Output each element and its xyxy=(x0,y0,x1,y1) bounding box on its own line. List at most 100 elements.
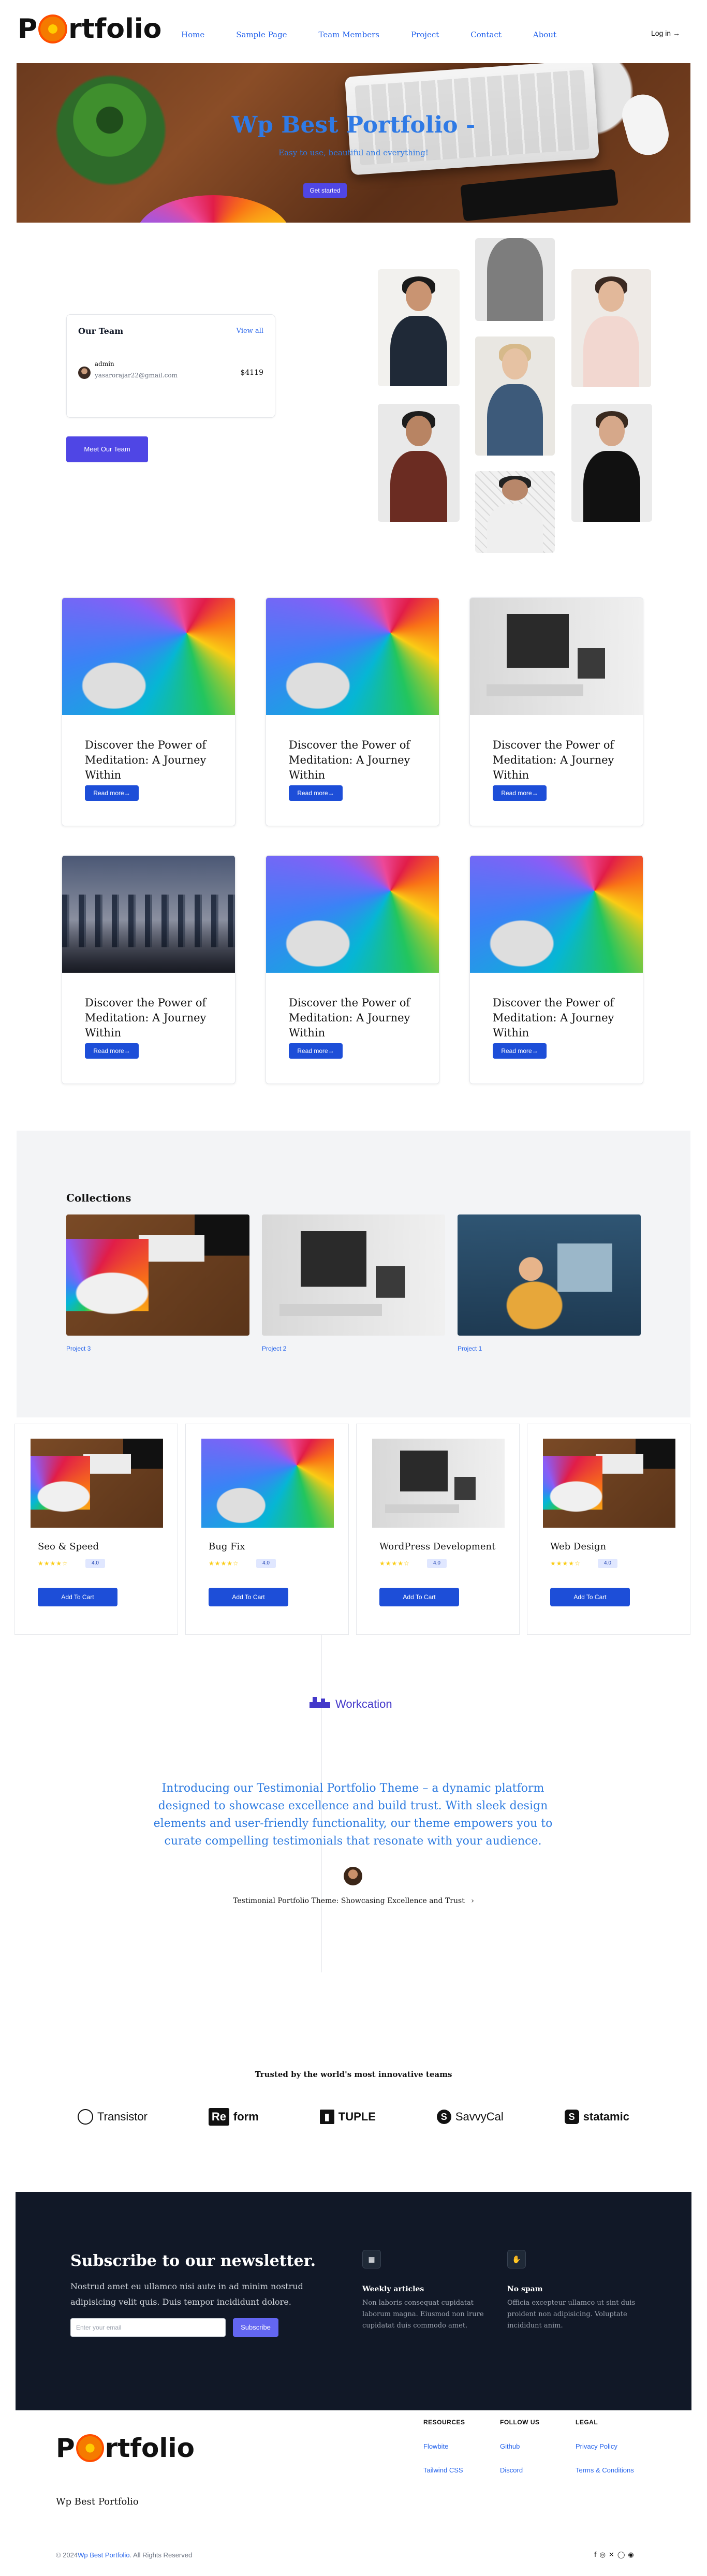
feature-title: Weekly articles xyxy=(362,2285,424,2293)
collection-link-project-1[interactable]: Project 1 xyxy=(458,1345,482,1352)
post-title[interactable]: Discover the Power of Meditation: A Jour… xyxy=(85,738,219,783)
tuple-text: TUPLE xyxy=(338,2110,376,2123)
nav-team-members[interactable]: Team Members xyxy=(319,30,379,39)
post-title[interactable]: Discover the Power of Meditation: A Jour… xyxy=(289,738,423,783)
post-card[interactable]: Discover the Power of Meditation: A Jour… xyxy=(62,855,235,1084)
member-amount: $4119 xyxy=(240,369,263,377)
copyright-link[interactable]: Wp Best Portfolio xyxy=(78,2551,129,2559)
testimonial-quote: Introducing our Testimonial Portfolio Th… xyxy=(153,1782,553,1848)
product-name: Web Design xyxy=(550,1541,607,1552)
collection-image-project-1[interactable] xyxy=(458,1214,641,1336)
login-link[interactable]: Log in → xyxy=(651,29,680,37)
tuple-logo: ▮ TUPLE xyxy=(319,2110,376,2124)
collection-image-project-2[interactable] xyxy=(262,1214,445,1336)
get-started-button[interactable]: Get started xyxy=(303,183,347,198)
dribbble-icon[interactable]: ◉ xyxy=(628,2551,634,2559)
trusted-heading: Trusted by the world's most innovative t… xyxy=(255,2070,452,2079)
footer-link-github[interactable]: Github xyxy=(500,2442,520,2450)
read-more-button[interactable]: Read more→ xyxy=(85,1043,139,1059)
testimonial-author-name: Testimonial Portfolio Theme: Showcasing … xyxy=(233,1897,465,1905)
post-image xyxy=(266,598,439,715)
product-image xyxy=(543,1439,675,1528)
add-to-cart-button[interactable]: Add To Cart xyxy=(38,1588,117,1606)
social-links: f ◎ ✕ ◯ ◉ xyxy=(594,2551,634,2559)
post-card[interactable]: Discover the Power of Meditation: A Jour… xyxy=(469,597,643,826)
member-name: admin xyxy=(95,360,114,368)
nav-sample-page[interactable]: Sample Page xyxy=(236,30,287,39)
github-icon[interactable]: ◯ xyxy=(617,2551,625,2559)
testimonial-author[interactable]: Testimonial Portfolio Theme: Showcasing … xyxy=(0,1897,707,1905)
post-title[interactable]: Discover the Power of Meditation: A Jour… xyxy=(493,996,627,1041)
team-card-title: Our Team xyxy=(78,326,124,336)
facebook-icon[interactable]: f xyxy=(594,2551,597,2559)
reform-text: form xyxy=(233,2110,259,2123)
calendar-icon: ▦ xyxy=(362,2250,381,2268)
product-card: Web Design ★★★★☆ 4.0 Add To Cart xyxy=(527,1424,690,1635)
collections-section: Collections Project 3 Project 2 Project … xyxy=(17,1131,690,1417)
footer-link-flowbite[interactable]: Flowbite xyxy=(423,2442,448,2450)
add-to-cart-button[interactable]: Add To Cart xyxy=(209,1588,288,1606)
footer-link-privacy[interactable]: Privacy Policy xyxy=(576,2442,617,2450)
product-card: Bug Fix ★★★★☆ 4.0 Add To Cart xyxy=(185,1424,349,1635)
collection-link-project-2[interactable]: Project 2 xyxy=(262,1345,286,1352)
feature-text: Non laboris consequat cupidatat laborum … xyxy=(362,2299,484,2330)
post-title[interactable]: Discover the Power of Meditation: A Jour… xyxy=(493,738,627,783)
footer-logo[interactable]: P rtfolio xyxy=(56,2433,195,2463)
workcation-logo: Workcation xyxy=(310,1697,392,1711)
post-card[interactable]: Discover the Power of Meditation: A Jour… xyxy=(62,597,235,826)
product-image xyxy=(31,1439,163,1528)
logo-sun-icon xyxy=(76,2434,104,2462)
post-image xyxy=(266,856,439,973)
nav-home[interactable]: Home xyxy=(181,30,204,39)
product-image xyxy=(201,1439,334,1528)
read-more-button[interactable]: Read more→ xyxy=(493,1043,547,1059)
collection-image-project-3[interactable] xyxy=(66,1214,249,1336)
subscribe-button[interactable]: Subscribe xyxy=(233,2318,278,2337)
x-icon[interactable]: ✕ xyxy=(609,2551,614,2559)
team-photo-pink-tshirt xyxy=(571,269,651,387)
read-more-button[interactable]: Read more→ xyxy=(85,785,139,801)
email-field[interactable]: Enter your email xyxy=(70,2318,226,2337)
footer-link-terms[interactable]: Terms & Conditions xyxy=(576,2466,634,2474)
footer-link-discord[interactable]: Discord xyxy=(500,2466,523,2474)
rating-stars-icon: ★★★★☆ xyxy=(550,1560,581,1567)
statamic-logo: S statamic xyxy=(564,2110,629,2124)
rating-stars-icon: ★★★★☆ xyxy=(38,1560,68,1567)
post-card[interactable]: Discover the Power of Meditation: A Jour… xyxy=(469,855,643,1084)
post-card[interactable]: Discover the Power of Meditation: A Jour… xyxy=(266,855,439,1084)
copyright-prefix: © 2024 xyxy=(56,2551,78,2559)
read-more-button[interactable]: Read more→ xyxy=(289,1043,343,1059)
read-more-button[interactable]: Read more→ xyxy=(493,785,547,801)
post-title[interactable]: Discover the Power of Meditation: A Jour… xyxy=(289,996,423,1041)
avatar xyxy=(78,367,91,379)
transistor-logo: Transistor xyxy=(78,2109,148,2125)
read-more-button[interactable]: Read more→ xyxy=(289,785,343,801)
collection-link-project-3[interactable]: Project 3 xyxy=(66,1345,91,1352)
newsletter-text: Nostrud amet eu ullamco nisi aute in ad … xyxy=(70,2281,303,2307)
nav-contact[interactable]: Contact xyxy=(470,30,502,39)
site-logo[interactable]: P rtfolio xyxy=(18,13,161,45)
nav-project[interactable]: Project xyxy=(411,30,439,39)
logo-rest: rtfolio xyxy=(105,2433,195,2463)
feature-title: No spam xyxy=(507,2285,543,2293)
footer-link-tailwind[interactable]: Tailwind CSS xyxy=(423,2466,463,2474)
add-to-cart-button[interactable]: Add To Cart xyxy=(379,1588,459,1606)
instagram-icon[interactable]: ◎ xyxy=(600,2551,606,2559)
add-to-cart-button[interactable]: Add To Cart xyxy=(550,1588,630,1606)
newsletter-section: Subscribe to our newsletter. Nostrud ame… xyxy=(16,2192,691,2410)
view-all-link[interactable]: View all xyxy=(237,327,263,335)
footer-heading-follow-us: FOLLOW US xyxy=(500,2419,540,2426)
post-card[interactable]: Discover the Power of Meditation: A Jour… xyxy=(266,597,439,826)
rating-badge: 4.0 xyxy=(598,1559,617,1568)
meet-our-team-button[interactable]: Meet Our Team xyxy=(66,436,148,462)
post-image xyxy=(62,598,235,715)
savvycal-logo: S SavvyCal xyxy=(436,2110,504,2124)
copyright: © 2024Wp Best Portfolio. All Rights Rese… xyxy=(56,2551,192,2559)
product-name: WordPress Development xyxy=(379,1541,496,1552)
hero-subtitle: Easy to use, beautiful and everything! xyxy=(278,148,429,157)
logo-sun-icon xyxy=(38,14,68,43)
post-title[interactable]: Discover the Power of Meditation: A Jour… xyxy=(85,996,219,1041)
reform-logo: Re form xyxy=(208,2108,259,2126)
footer-heading-resources: RESOURCES xyxy=(423,2419,465,2426)
nav-about[interactable]: About xyxy=(533,30,556,39)
